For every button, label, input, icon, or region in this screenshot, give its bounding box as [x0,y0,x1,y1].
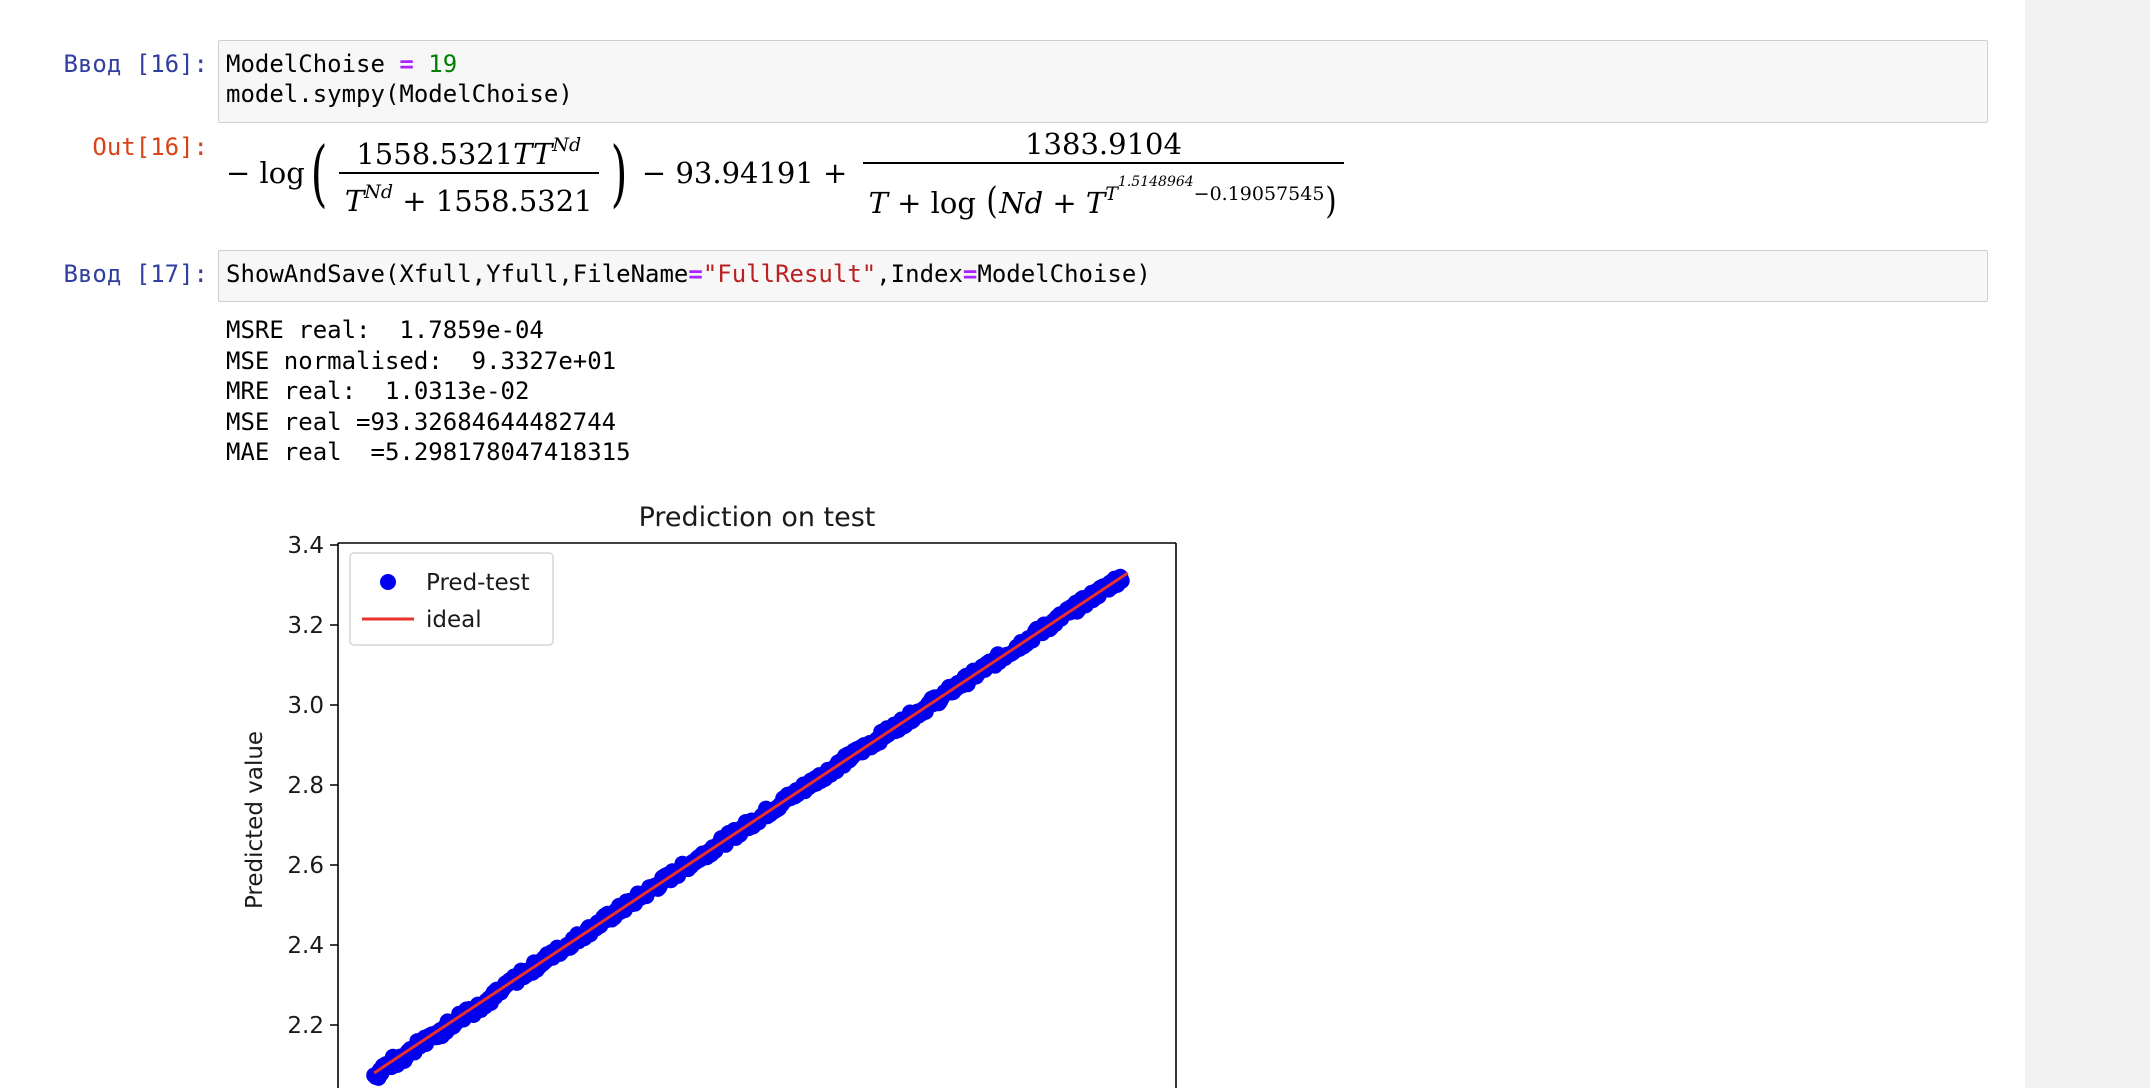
y-tick-label: 2.4 [287,933,324,959]
y-tick-label: 3.4 [287,533,324,559]
stdout-line: MAE real =5.298178047418315 [226,438,631,466]
y-tick-label: 3.0 [287,693,324,719]
math-text: − 93.94191 + [632,156,857,190]
stdout-line: MRE real: 1.0313e-02 [226,377,530,405]
math-text: − log [226,156,305,190]
legend-marker-points [380,574,396,590]
code-line: model.sympy(ModelChoise) [226,80,573,108]
input-prompt-16: Ввод [16]: [63,50,209,78]
stdout-line: MSRE real: 1.7859e-04 [226,316,544,344]
math-fraction: 1383.9104 T + log (Nd + TT1.5148964−0.19… [862,126,1345,221]
prediction-scatter-plot: Prediction on test Predicted value 3.4 3.2 3… [242,502,1177,1088]
code-line: ModelChoise = 19 [226,50,458,78]
notebook-scrollbar-track[interactable] [2025,0,2150,1088]
stdout-line: MSE normalised: 9.3327e+01 [226,346,617,375]
stdout-output: MSRE real: 1.7859e-04 MSE normalised: 9.… [226,315,631,468]
code-cell-16[interactable]: ModelChoise = 19 model.sympy(ModelChoise… [218,40,1988,123]
y-axis-label: Predicted value [242,731,268,909]
math-fraction: 1558.5321TTNd TNd + 1558.5321 [338,127,599,219]
y-tick-label: 2.6 [287,853,324,879]
code-line: ShowAndSave(Xfull,Yfull,FileName="FullRe… [226,260,1151,288]
ideal-line [373,571,1129,1075]
legend-label: Pred-test [426,570,530,596]
y-tick-label: 2.2 [287,1013,324,1039]
output-prompt-16: Out[16]: [92,133,208,161]
input-prompt-17: Ввод [17]: [63,260,209,288]
y-tick-label: 3.2 [287,613,324,639]
y-tick-label: 2.8 [287,773,324,799]
chart-title: Prediction on test [639,502,876,533]
legend-label: ideal [426,607,482,633]
math-paren: ( [310,131,328,215]
code-cell-17[interactable]: ShowAndSave(Xfull,Yfull,FileName="FullRe… [218,250,1988,302]
math-paren: ) [610,131,628,215]
sympy-expression-output: − log ( 1558.5321TTNd TNd + 1558.5321 ) … [226,126,1350,221]
stdout-line: MSE real =93.32684644482744 [226,407,617,436]
